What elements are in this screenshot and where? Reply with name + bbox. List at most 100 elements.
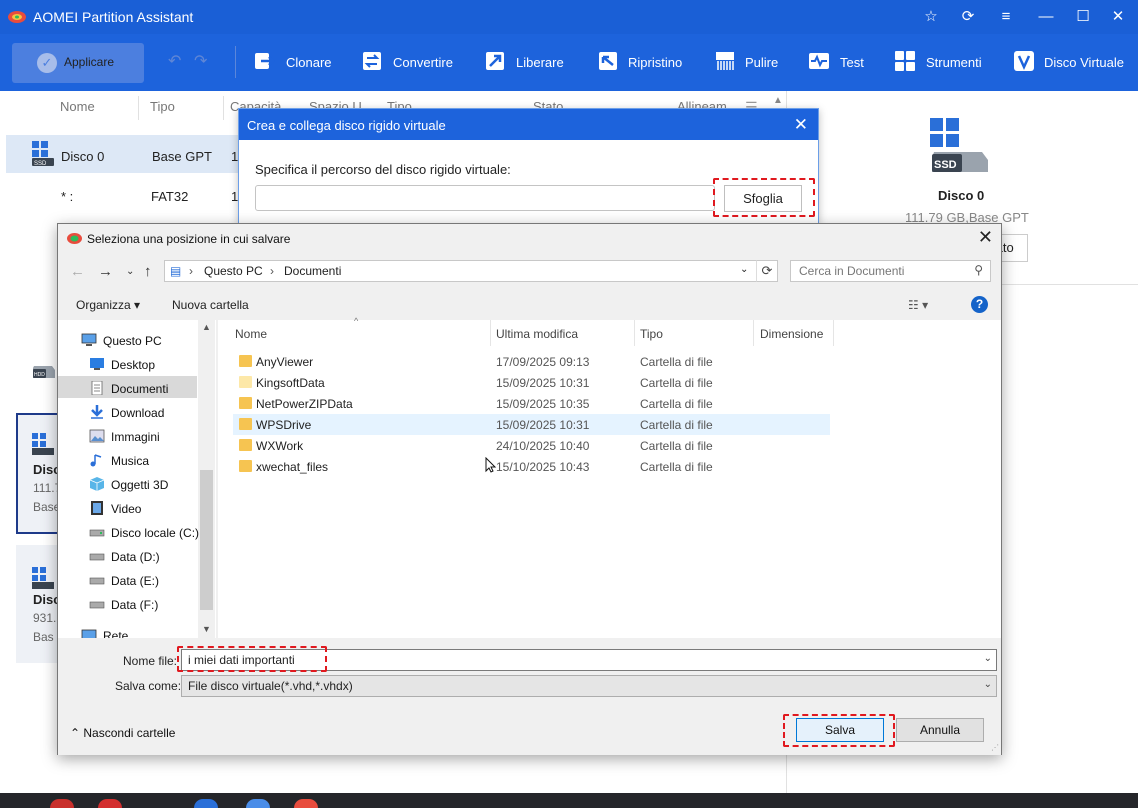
nav-clip: Rete [58, 626, 197, 638]
col-type[interactable]: Tipo [150, 99, 175, 114]
nav-music[interactable]: Musica [111, 454, 149, 468]
col-divider [223, 96, 224, 120]
vhd-dialog-title: Crea e collega disco rigido virtuale [247, 118, 446, 133]
folder-path-icon: ▤ [170, 264, 182, 278]
clone-icon [255, 53, 275, 69]
nav-scrollbar-thumb[interactable] [200, 470, 213, 610]
save-dialog-title: Seleziona una posizione in cui salvare [87, 232, 291, 246]
menu-icon[interactable]: ≡ [996, 8, 1016, 26]
nav-scroll-up-icon[interactable]: ▲ [202, 322, 211, 332]
savetype-select[interactable]: File disco virtuale(*.vhd,*.vhdx) ⌄ [181, 675, 997, 697]
new-folder-button[interactable]: Nuova cartella [172, 298, 249, 312]
save-dialog-close-icon[interactable]: ✕ [978, 227, 993, 248]
recent-dropdown-icon[interactable]: ⌄ [126, 266, 134, 277]
col-name[interactable]: Nome [60, 99, 95, 114]
video-icon [91, 501, 103, 515]
address-bar[interactable]: ▤ › Questo PC › Documenti ⌄ [164, 260, 778, 282]
nav-download[interactable]: Download [111, 406, 164, 420]
svg-text:SSD: SSD [34, 161, 47, 167]
hdd-icon: HDD [33, 366, 55, 378]
breadcrumb-documents[interactable]: Documenti [284, 264, 341, 278]
file-row[interactable]: WXWork 24/10/2025 10:40 Cartella di file [233, 435, 830, 456]
nav-pictures[interactable]: Immagini [111, 430, 160, 444]
view-options-icon[interactable]: ☷ ▾ [908, 298, 928, 312]
convert-icon [363, 52, 381, 70]
free-up-tool[interactable]: Liberare [483, 49, 573, 75]
nav-documents[interactable]: Documenti [111, 382, 168, 396]
vhd-dialog-close-icon[interactable]: ✕ [794, 115, 808, 135]
taskbar-app-icon[interactable] [50, 799, 74, 808]
organize-button[interactable]: Organizza ▾ [76, 298, 140, 312]
redo-icon[interactable]: ↷ [194, 51, 207, 71]
nav-3d-objects[interactable]: Oggetti 3D [111, 478, 168, 492]
nav-drive-e[interactable]: Data (E:) [111, 574, 159, 588]
address-dropdown-icon[interactable]: ⌄ [740, 264, 748, 275]
partition-row-fs: FAT32 [151, 189, 189, 204]
refresh-icon[interactable]: ⟳ [958, 8, 978, 26]
file-row-hovered[interactable]: WPSDrive 15/09/2025 10:31 Cartella di fi… [233, 414, 830, 435]
documents-icon [91, 381, 103, 395]
nav-drive-f[interactable]: Data (F:) [111, 598, 158, 612]
recovery-tool[interactable]: Ripristino [596, 49, 691, 75]
forward-icon[interactable]: → [98, 263, 113, 280]
minimize-button[interactable]: — [1036, 8, 1056, 26]
tools-grid-icon [895, 51, 915, 71]
svg-text:HDD: HDD [34, 372, 45, 378]
resize-grip-icon[interactable]: ⋰ [991, 743, 999, 752]
folder-icon [239, 460, 252, 472]
up-icon[interactable]: ↑ [144, 263, 152, 280]
scroll-up-icon[interactable]: ▲ [773, 95, 783, 106]
nav-video[interactable]: Video [111, 502, 141, 516]
nav-desktop[interactable]: Desktop [111, 358, 155, 372]
cancel-button[interactable]: Annulla [896, 718, 984, 742]
file-row[interactable]: xwechat_files 15/10/2025 10:43 Cartella … [233, 456, 830, 477]
nav-network[interactable]: Rete [103, 629, 128, 638]
check-icon: ✓ [37, 53, 57, 73]
help-icon[interactable]: ? [971, 296, 988, 313]
drive-icon [89, 577, 105, 585]
taskbar-app-icon[interactable] [246, 799, 270, 808]
file-row[interactable]: NetPowerZIPData 15/09/2025 10:35 Cartell… [233, 393, 830, 414]
hide-folders-toggle[interactable]: ⌃ Nascondi cartelle [70, 726, 175, 740]
nav-scroll-down-icon[interactable]: ▼ [202, 624, 211, 634]
app-logo-icon [8, 11, 26, 23]
file-row[interactable]: AnyViewer 17/09/2025 09:13 Cartella di f… [233, 351, 830, 372]
breadcrumb-pc[interactable]: Questo PC [204, 264, 263, 278]
app-logo-icon [67, 233, 82, 244]
file-col-size[interactable]: Dimensione [760, 327, 823, 341]
file-col-type[interactable]: Tipo [640, 327, 663, 341]
taskbar-app-icon[interactable] [294, 799, 318, 808]
nav-this-pc[interactable]: Questo PC [103, 334, 162, 348]
savetype-dropdown-icon[interactable]: ⌄ [984, 679, 992, 690]
file-col-name[interactable]: Nome [235, 327, 267, 341]
filename-dropdown-icon[interactable]: ⌄ [984, 653, 992, 664]
search-icon: ⚲ [974, 263, 983, 277]
folder-icon [239, 439, 252, 451]
taskbar-app-icon[interactable] [194, 799, 218, 808]
taskbar-app-icon[interactable] [98, 799, 122, 808]
wipe-tool[interactable]: Pulire [713, 49, 783, 75]
nav-drive-d[interactable]: Data (D:) [111, 550, 160, 564]
svg-text:SSD: SSD [934, 159, 957, 171]
test-tool[interactable]: Test [807, 49, 867, 75]
clone-tool[interactable]: Clonare [253, 49, 333, 75]
nav-drive-c[interactable]: Disco locale (C:) [111, 526, 199, 540]
undo-icon[interactable]: ↶ [168, 51, 181, 71]
back-icon[interactable]: ← [70, 263, 85, 280]
command-bar: Organizza ▾ Nuova cartella ☷ ▾ [58, 292, 1001, 320]
close-button[interactable]: ✕ [1108, 8, 1128, 26]
virtual-disk-tool[interactable]: Disco Virtuale [1012, 49, 1132, 75]
vhd-path-input[interactable] [255, 185, 715, 211]
tools-tool[interactable]: Strumenti [893, 49, 988, 75]
download-icon [91, 405, 103, 419]
convert-tool[interactable]: Convertire [360, 49, 460, 75]
test-icon [809, 53, 829, 69]
search-input[interactable]: Cerca in Documenti ⚲ [790, 260, 991, 282]
pictures-icon [89, 429, 105, 443]
maximize-button[interactable]: ☐ [1073, 8, 1093, 26]
file-col-modified[interactable]: Ultima modifica [496, 327, 578, 341]
file-row[interactable]: KingsoftData 15/09/2025 10:31 Cartella d… [233, 372, 830, 393]
favorite-icon[interactable]: ☆ [921, 8, 941, 26]
apply-button[interactable]: ✓ Applicare [12, 43, 144, 83]
refresh-button[interactable]: ⟳ [756, 260, 778, 282]
